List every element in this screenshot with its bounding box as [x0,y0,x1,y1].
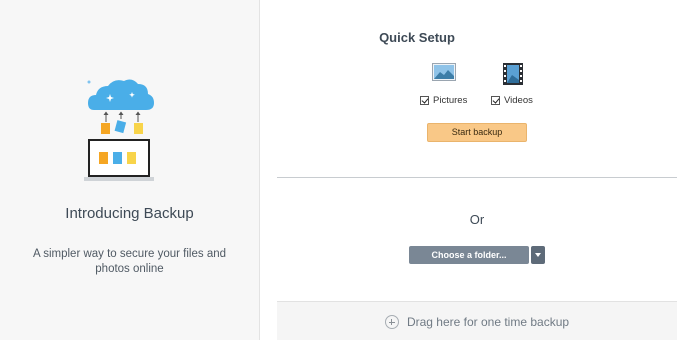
choose-folder-dropdown[interactable] [531,246,545,264]
drop-zone-content: Drag here for one time backup [277,315,677,329]
cloud-backup-illustration [84,79,154,181]
start-backup-button[interactable]: Start backup [427,123,527,142]
file-icon [114,120,127,134]
intro-description: A simpler way to secure your files and p… [32,248,227,275]
drop-zone-label: Drag here for one time backup [406,315,570,329]
quick-setup-title: Quick Setup [379,30,455,45]
drop-zone[interactable]: Drag here for one time backup [277,301,677,340]
intro-title: Introducing Backup [65,205,194,222]
videos-checkbox-row[interactable]: Videos [491,95,533,106]
videos-option [478,63,548,85]
file-icon [134,123,143,134]
intro-panel: Introducing Backup A simpler way to secu… [0,0,260,340]
videos-label: Videos [504,95,533,106]
cloud-icon [88,79,154,110]
divider [277,177,677,178]
plus-circle-icon [384,315,399,329]
sparkle-icon [87,80,91,84]
laptop-icon [84,139,154,181]
pictures-icon [432,63,456,81]
videos-icon [503,63,523,85]
setup-panel [260,0,680,340]
videos-checkbox[interactable] [491,96,500,105]
pictures-checkbox[interactable] [420,96,429,105]
pictures-label: Pictures [433,95,468,106]
or-label: Or [469,212,485,227]
pictures-option [409,63,479,81]
file-icon [101,123,110,134]
pictures-checkbox-row[interactable]: Pictures [420,95,467,106]
choose-folder-button[interactable]: Choose a folder... [409,246,529,264]
